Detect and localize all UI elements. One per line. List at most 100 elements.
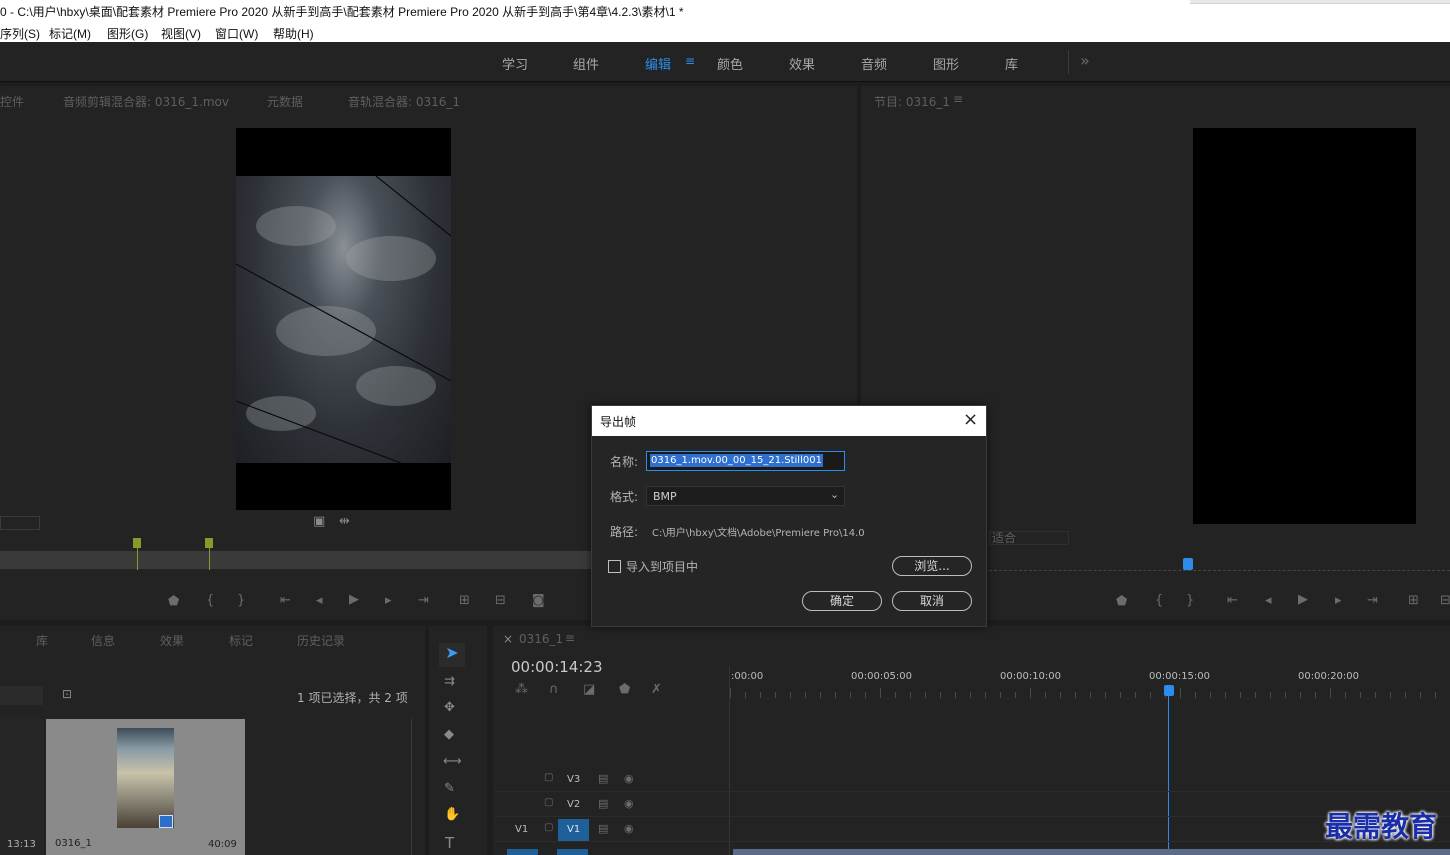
tab-effects[interactable]: 效果 bbox=[160, 632, 184, 649]
timeline-timecode[interactable]: 00:00:14:23 bbox=[511, 658, 603, 676]
hand-tool-icon[interactable]: ✋ bbox=[444, 807, 460, 822]
wrench-icon[interactable]: ✗ bbox=[651, 682, 662, 697]
ok-button[interactable]: 确定 bbox=[802, 591, 882, 611]
lock-icon[interactable]: ▢ bbox=[544, 822, 553, 833]
program-lift-icon[interactable]: ⊞ bbox=[1408, 593, 1419, 608]
audio-clip[interactable] bbox=[733, 849, 1450, 855]
play-icon[interactable]: ▶ bbox=[349, 592, 359, 607]
left-clip-thumbnail[interactable] bbox=[0, 719, 44, 855]
source-patch-v1[interactable]: V1 bbox=[515, 824, 528, 835]
go-to-in-icon[interactable]: ⇤ bbox=[280, 593, 291, 608]
track-v2[interactable]: ▢ V2 ▤ ◉ bbox=[495, 793, 1450, 817]
track-v1[interactable]: V1 ▢ V1 ▤ ◉ bbox=[495, 818, 1450, 842]
timeline-ruler[interactable] bbox=[730, 688, 1450, 698]
overwrite-icon[interactable]: ⊟ bbox=[495, 593, 506, 608]
browse-button[interactable]: 浏览... bbox=[892, 556, 972, 576]
workspace-menu-icon[interactable]: ≡ bbox=[685, 54, 695, 68]
name-field[interactable]: 0316_1.mov.00_00_15_21.Still001 bbox=[646, 451, 845, 471]
tab-effect-controls[interactable]: 控件 bbox=[0, 93, 24, 110]
sync-lock-icon[interactable]: ▤ bbox=[598, 822, 608, 835]
program-step-forward-icon[interactable]: ▸ bbox=[1335, 593, 1342, 608]
close-icon[interactable]: × bbox=[963, 409, 978, 430]
program-go-to-in-icon[interactable]: ⇤ bbox=[1227, 593, 1238, 608]
menu-sequence[interactable]: 序列(S) bbox=[0, 25, 40, 42]
snap-icon[interactable]: ⁂ bbox=[515, 682, 528, 697]
new-bin-icon[interactable]: ⊡ bbox=[62, 687, 72, 701]
format-select[interactable]: BMP ⌄ bbox=[646, 486, 845, 506]
export-frame-icon[interactable]: ⇹ bbox=[339, 514, 350, 529]
tab-history[interactable]: 历史记录 bbox=[297, 632, 345, 649]
audio-source-patch[interactable] bbox=[507, 849, 538, 855]
program-playhead-icon[interactable] bbox=[1183, 558, 1193, 570]
program-extract-icon[interactable]: ⊟ bbox=[1440, 593, 1450, 608]
track-v3[interactable]: ▢ V3 ▤ ◉ bbox=[495, 768, 1450, 792]
program-step-back-icon[interactable]: ◂ bbox=[1265, 593, 1272, 608]
playhead-handle-icon[interactable] bbox=[1164, 685, 1174, 696]
eye-icon[interactable]: ◉ bbox=[624, 797, 634, 810]
linked-selection-icon[interactable]: ∩ bbox=[549, 682, 559, 697]
out-marker-icon[interactable] bbox=[205, 538, 213, 548]
step-forward-icon[interactable]: ▸ bbox=[385, 593, 392, 608]
workspace-tab-color[interactable]: 颜色 bbox=[717, 54, 743, 73]
workspace-tab-effects[interactable]: 效果 bbox=[789, 54, 815, 73]
workspace-tab-assembly[interactable]: 组件 bbox=[573, 54, 599, 73]
menu-graphics[interactable]: 图形(G) bbox=[107, 25, 148, 42]
step-back-icon[interactable]: ◂ bbox=[316, 593, 323, 608]
tab-audio-clip-mixer[interactable]: 音频剪辑混合器: 0316_1.mov bbox=[63, 93, 229, 110]
marker-icon-timeline[interactable]: ⬟ bbox=[619, 682, 630, 697]
zoom-dropdown[interactable] bbox=[0, 516, 40, 530]
panel-menu-icon[interactable]: ≡ bbox=[953, 92, 963, 106]
tab-markers[interactable]: 标记 bbox=[229, 632, 253, 649]
clip-thumbnail[interactable]: 0316_1 40:09 bbox=[46, 719, 245, 855]
cancel-button[interactable]: 取消 bbox=[892, 591, 972, 611]
slip-tool-icon[interactable]: ⟷ bbox=[443, 754, 462, 769]
source-time-ruler[interactable] bbox=[0, 551, 600, 569]
razor-tool-icon[interactable]: ◆ bbox=[444, 727, 454, 742]
program-go-to-out-icon[interactable]: ⇥ bbox=[1367, 593, 1378, 608]
program-mark-out-icon[interactable]: } bbox=[1186, 593, 1194, 608]
sync-lock-icon[interactable]: ▤ bbox=[598, 772, 608, 785]
menu-window[interactable]: 窗口(W) bbox=[215, 25, 258, 42]
import-checkbox[interactable] bbox=[608, 560, 621, 573]
tab-libraries[interactable]: 库 bbox=[36, 632, 48, 649]
go-to-out-icon[interactable]: ⇥ bbox=[418, 593, 429, 608]
type-tool-icon[interactable]: T bbox=[445, 834, 454, 852]
selection-tool-icon[interactable]: ➤ bbox=[439, 643, 465, 667]
tab-info[interactable]: 信息 bbox=[91, 632, 115, 649]
mark-out-icon[interactable]: } bbox=[237, 593, 245, 608]
track-select-tool-icon[interactable]: ⇉ bbox=[444, 674, 455, 689]
eye-icon[interactable]: ◉ bbox=[624, 772, 634, 785]
lock-icon[interactable]: ▢ bbox=[544, 772, 553, 783]
add-marker-icon[interactable]: ◪ bbox=[583, 682, 595, 697]
search-input[interactable] bbox=[0, 686, 43, 705]
eye-icon[interactable]: ◉ bbox=[624, 822, 634, 835]
program-play-icon[interactable]: ▶ bbox=[1298, 592, 1308, 607]
sync-lock-icon[interactable]: ▤ bbox=[598, 797, 608, 810]
scrollbar[interactable] bbox=[411, 719, 412, 855]
tab-program[interactable]: 节目: 0316_1 bbox=[874, 93, 950, 110]
ripple-edit-tool-icon[interactable]: ✥ bbox=[444, 700, 455, 715]
insert-icon[interactable]: ⊞ bbox=[459, 593, 470, 608]
workspace-tab-libraries[interactable]: 库 bbox=[1005, 54, 1018, 73]
tab-audio-track-mixer[interactable]: 音轨混合器: 0316_1 bbox=[348, 93, 460, 110]
sequence-menu-icon[interactable]: ≡ bbox=[565, 631, 575, 645]
workspace-tab-editing[interactable]: 编辑 bbox=[645, 54, 671, 73]
in-marker-icon[interactable] bbox=[133, 538, 141, 548]
camera-icon[interactable]: ◙ bbox=[532, 593, 545, 608]
close-tab-icon[interactable]: × bbox=[503, 632, 513, 646]
lock-icon[interactable]: ▢ bbox=[544, 797, 553, 808]
tab-metadata[interactable]: 元数据 bbox=[267, 93, 303, 110]
audio-target-a1[interactable] bbox=[557, 849, 588, 855]
tab-sequence[interactable]: 0316_1 bbox=[519, 632, 563, 646]
pen-tool-icon[interactable]: ✎ bbox=[444, 781, 455, 796]
workspace-tab-graphics[interactable]: 图形 bbox=[933, 54, 959, 73]
menu-view[interactable]: 视图(V) bbox=[161, 25, 201, 42]
menu-help[interactable]: 帮助(H) bbox=[273, 25, 314, 42]
settings-icon[interactable]: ▣ bbox=[313, 514, 325, 529]
marker-icon[interactable]: ⬟ bbox=[168, 594, 179, 609]
mark-in-icon[interactable]: { bbox=[206, 593, 214, 608]
workspace-tab-audio[interactable]: 音频 bbox=[861, 54, 887, 73]
program-time-ruler[interactable] bbox=[989, 561, 1450, 571]
workspace-tab-learn[interactable]: 学习 bbox=[502, 54, 528, 73]
program-marker-icon[interactable]: ⬟ bbox=[1116, 594, 1127, 609]
